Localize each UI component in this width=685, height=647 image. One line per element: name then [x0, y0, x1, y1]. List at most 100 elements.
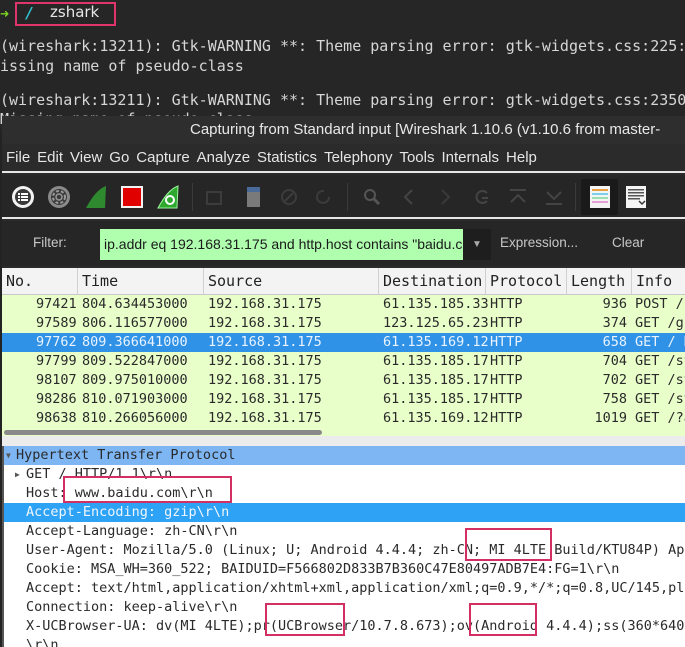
- detail-text: Accept: text/html,application/xhtml+xml,…: [26, 580, 685, 596]
- filter-dropdown-button[interactable]: ▼: [463, 229, 491, 260]
- packet-cell-no: 97421: [36, 296, 77, 312]
- packet-cell-protocol: HTTP: [490, 334, 523, 350]
- save-file-icon[interactable]: [241, 185, 265, 209]
- packet-cell-info: GET /st: [635, 391, 685, 407]
- menu-go[interactable]: Go: [109, 149, 129, 166]
- packet-cell-time: 809.975010000: [82, 372, 188, 388]
- toolbar-separator: [347, 183, 348, 211]
- terminal: ➜ / zshark (wireshark:13211): Gtk-WARNIN…: [0, 0, 685, 130]
- menu-view[interactable]: View: [70, 149, 102, 166]
- find-packet-icon[interactable]: [360, 185, 384, 209]
- packet-cell-info: GET /gc: [635, 315, 685, 331]
- packet-cell-protocol: HTTP: [490, 353, 523, 369]
- expander-open-icon[interactable]: ▼: [6, 446, 11, 465]
- detail-row[interactable]: User-Agent: Mozilla/5.0 (Linux; U; Andro…: [4, 541, 685, 560]
- menu-tools[interactable]: Tools: [399, 149, 434, 166]
- menu-file[interactable]: File: [6, 149, 30, 166]
- packet-cell-protocol: HTTP: [490, 391, 523, 407]
- packet-cell-time: 810.266056000: [82, 410, 188, 426]
- restart-capture-icon[interactable]: [156, 185, 180, 209]
- column-header-no[interactable]: No.: [2, 268, 78, 295]
- packet-row[interactable]: 98107 809.975010000 192.168.31.175 61.135.1…: [2, 371, 685, 390]
- detail-row[interactable]: Cookie: MSA_WH=360_522; BAIDUID=F566802D…: [4, 560, 685, 579]
- packet-cell-source: 192.168.31.175: [208, 391, 322, 407]
- packet-row[interactable]: 97799 809.522847000 192.168.31.175 61.135.1…: [2, 352, 685, 371]
- menu-statistics[interactable]: Statistics: [257, 149, 317, 166]
- colorize-icon[interactable]: [588, 185, 612, 209]
- packet-cell-protocol: HTTP: [490, 315, 523, 331]
- open-file-icon[interactable]: [202, 185, 226, 209]
- packet-cell-source: 192.168.31.175: [208, 372, 322, 388]
- packet-row[interactable]: 98286 810.071903000 192.168.31.175 61.135.1…: [2, 390, 685, 409]
- start-capture-icon[interactable]: [84, 185, 108, 209]
- options-icon[interactable]: [47, 185, 71, 209]
- go-first-icon[interactable]: [506, 185, 530, 209]
- packet-cell-info: POST /s: [635, 296, 685, 312]
- go-back-icon[interactable]: [397, 185, 421, 209]
- packet-cell-length: 936: [602, 296, 627, 312]
- packet-cell-destination: 61.135.185.33: [383, 296, 489, 312]
- detail-row[interactable]: Accept-Encoding: gzip\r\n: [4, 503, 685, 522]
- menu-capture[interactable]: Capture: [136, 149, 189, 166]
- packet-cell-no: 97589: [36, 315, 77, 331]
- detail-row[interactable]: Accept: text/html,application/xhtml+xml,…: [4, 579, 685, 598]
- wireshark-window: Capturing from Standard input [Wireshark…: [2, 116, 685, 647]
- go-to-packet-icon[interactable]: [470, 185, 494, 209]
- expander-closed-icon[interactable]: ▶: [15, 465, 20, 484]
- horizontal-scrollbar[interactable]: [4, 430, 322, 435]
- display-filter-input[interactable]: ip.addr eq 192.168.31.175 and http.host …: [100, 229, 463, 260]
- detail-text: Connection: keep-alive\r\n: [26, 599, 238, 615]
- interfaces-icon[interactable]: [11, 185, 35, 209]
- menu-bar: File Edit View Go Capture Analyze Statis…: [2, 144, 685, 173]
- annotation-box-host: [63, 476, 232, 503]
- annotation-box-browser: [265, 603, 345, 636]
- packet-cell-destination: 61.135.169.12: [383, 410, 489, 426]
- packet-row[interactable]: 97421 804.634453000 192.168.31.175 61.135.1…: [2, 295, 685, 314]
- pane-splitter[interactable]: [2, 436, 685, 446]
- packet-cell-time: 809.366641000: [82, 334, 188, 350]
- detail-text: X-UCBrowser-UA: dv(MI 4LTE);pr(UCBrowser…: [26, 618, 685, 634]
- menu-internals[interactable]: Internals: [441, 149, 499, 166]
- expression-button[interactable]: Expression...: [500, 235, 578, 250]
- packet-cell-source: 192.168.31.175: [208, 410, 322, 426]
- detail-row[interactable]: ▼ Hypertext Transfer Protocol: [4, 446, 685, 465]
- menu-help[interactable]: Help: [506, 149, 537, 166]
- packet-cell-destination: 123.125.65.23: [383, 315, 489, 331]
- filter-label: Filter:: [33, 235, 67, 250]
- close-file-icon[interactable]: [277, 185, 301, 209]
- packet-cell-protocol: HTTP: [490, 372, 523, 388]
- go-last-icon[interactable]: [542, 185, 566, 209]
- packet-cell-time: 806.116577000: [82, 315, 188, 331]
- clear-button[interactable]: Clear: [612, 235, 644, 250]
- main-toolbar: [2, 175, 685, 219]
- packet-cell-info: GET /?a: [635, 410, 685, 426]
- column-header-time[interactable]: Time: [78, 268, 204, 295]
- column-header-length[interactable]: Length: [567, 268, 632, 295]
- menu-analyze[interactable]: Analyze: [197, 149, 250, 166]
- packet-row[interactable]: 97762 809.366641000 192.168.31.175 61.135.1…: [2, 333, 685, 352]
- title-bar[interactable]: Capturing from Standard input [Wireshark…: [2, 116, 685, 144]
- detail-row[interactable]: \r\n: [4, 636, 685, 647]
- packet-cell-source: 192.168.31.175: [208, 334, 322, 350]
- column-header-protocol[interactable]: Protocol: [486, 268, 567, 295]
- detail-row[interactable]: Accept-Language: zh-CN\r\n: [4, 522, 685, 541]
- chevron-down-icon: ▼: [472, 239, 482, 250]
- prompt-arrow-icon: ➜: [0, 5, 10, 23]
- column-header-info[interactable]: Info: [632, 268, 685, 295]
- packet-list: No. Time Source Destination Protocol Len…: [2, 268, 685, 446]
- packet-row[interactable]: 97589 806.116577000 192.168.31.175 123.125.…: [2, 314, 685, 333]
- packet-row[interactable]: 98638 810.266056000 192.168.31.175 61.135.1…: [2, 409, 685, 428]
- column-header-source[interactable]: Source: [204, 268, 379, 295]
- reload-icon[interactable]: [312, 185, 336, 209]
- go-forward-icon[interactable]: [433, 185, 457, 209]
- stop-capture-icon[interactable]: [120, 185, 144, 209]
- packet-cell-source: 192.168.31.175: [208, 353, 322, 369]
- packet-list-header: No. Time Source Destination Protocol Len…: [2, 268, 685, 295]
- packet-cell-destination: 61.135.185.17: [383, 353, 489, 369]
- menu-telephony[interactable]: Telephony: [324, 149, 392, 166]
- detail-text: \r\n: [26, 637, 59, 647]
- menu-edit[interactable]: Edit: [37, 149, 63, 166]
- auto-scroll-icon[interactable]: [624, 185, 648, 209]
- packet-cell-destination: 61.135.185.17: [383, 391, 489, 407]
- column-header-destination[interactable]: Destination: [379, 268, 486, 295]
